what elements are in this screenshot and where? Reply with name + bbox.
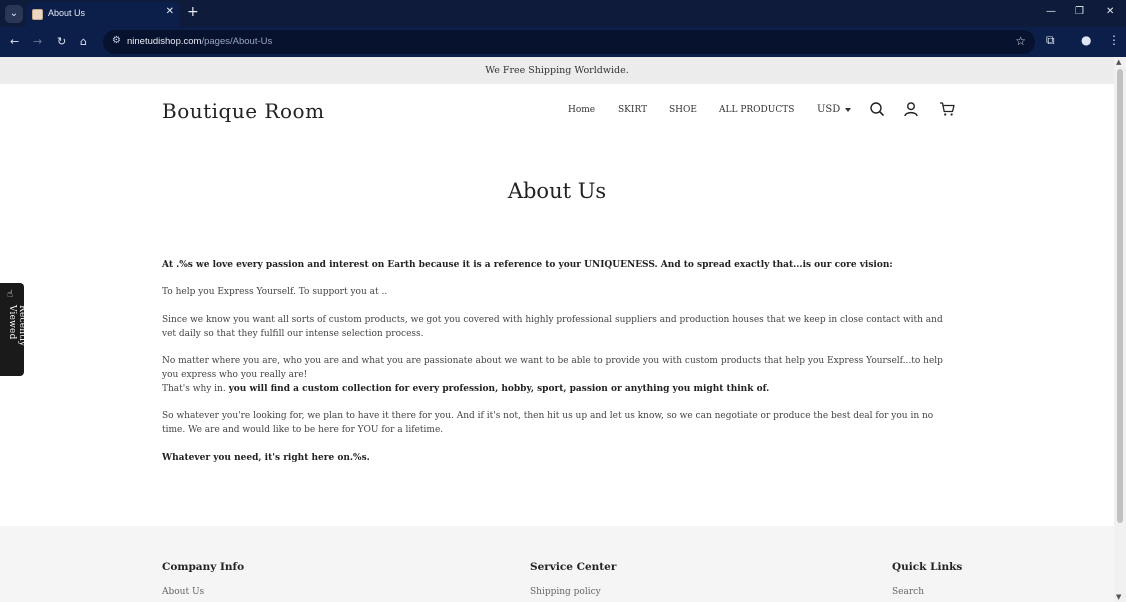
about-paragraph-1-text: At .%s we love every passion and interes… [162, 260, 893, 270]
cart-icon[interactable] [939, 101, 955, 117]
page-title: About Us [507, 179, 607, 203]
footer-link-shipping-policy[interactable]: Shipping policy [530, 587, 601, 597]
extensions-icon[interactable]: ⧉ [1046, 33, 1055, 48]
back-icon[interactable]: ← [10, 35, 19, 48]
about-paragraph-7-text: Whatever you need, it's right here on.%s… [162, 453, 370, 463]
about-paragraph-4: No matter where you are, who you are and… [162, 356, 943, 380]
nav-shoe[interactable]: SHOE [669, 105, 697, 115]
menu-icon[interactable]: ⋮ [1108, 33, 1120, 47]
reload-icon[interactable]: ↻ [57, 35, 66, 48]
tab-close-icon[interactable]: ✕ [166, 6, 174, 17]
footer-link-search[interactable]: Search [892, 587, 924, 597]
page-viewport: We Free Shipping Worldwide. Boutique Roo… [0, 57, 1114, 602]
home-icon[interactable]: ⌂ [80, 35, 87, 48]
caret-down-icon [845, 107, 852, 112]
about-paragraph-1: At .%s we love every passion and interes… [162, 258, 957, 272]
profile-icon[interactable]: ● [1081, 33, 1091, 47]
scroll-up-icon[interactable]: ▲ [1116, 58, 1121, 66]
about-paragraph-7: Whatever you need, it's right here on.%s… [162, 451, 957, 465]
account-icon[interactable] [903, 101, 919, 117]
browser-tab[interactable]: About Us ✕ [26, 2, 180, 27]
recently-viewed-tab[interactable]: ☝ Recently Viewed [0, 283, 27, 376]
store-logo[interactable]: Boutique Room [162, 99, 325, 123]
tab-search-icon[interactable]: ⌄ [5, 5, 23, 23]
minimize-icon[interactable]: — [1046, 6, 1056, 17]
scrollbar-thumb[interactable] [1117, 69, 1123, 523]
browser-tab-bar: ⌄ About Us ✕ + — ❐ ✕ [0, 0, 1126, 27]
site-info-icon[interactable]: ⚙ [112, 35, 121, 46]
url-domain: ninetudishop.com [127, 36, 202, 47]
announcement-bar: We Free Shipping Worldwide. [0, 57, 1114, 84]
nav-all-products[interactable]: ALL PRODUCTS [719, 105, 794, 115]
about-paragraph-2: To help you Express Yourself. To support… [162, 287, 388, 297]
footer-heading-company-info: Company Info [162, 561, 245, 573]
currency-label: USD [817, 104, 841, 115]
about-paragraph-5-prefix: That's why in. [162, 384, 229, 394]
page-scrollbar[interactable]: ▲ ▼ [1114, 57, 1126, 602]
nav-skirt[interactable]: SKIRT [618, 105, 647, 115]
nav-home[interactable]: Home [568, 105, 595, 115]
url-path: /pages/About-Us [201, 36, 273, 47]
browser-toolbar: ← → ↻ ⌂ ⚙ ninetudishop.com/pages/About-U… [0, 27, 1126, 57]
about-paragraph-5: That's why in. you will find a custom co… [162, 382, 957, 396]
site-footer: Company Info About Us Service Center Shi… [0, 526, 1114, 602]
forward-icon[interactable]: → [33, 35, 42, 48]
url-text: ninetudishop.com/pages/About-Us [127, 36, 272, 47]
footer-heading-quick-links: Quick Links [892, 561, 963, 573]
site-favicon-icon [32, 9, 43, 20]
address-bar[interactable]: ⚙ ninetudishop.com/pages/About-Us ☆ [103, 30, 1035, 54]
footer-link-about-us[interactable]: About Us [162, 587, 204, 597]
about-paragraph-3: Since we know you want all sorts of cust… [162, 315, 943, 339]
currency-selector[interactable]: USD [817, 104, 852, 115]
hand-pointer-icon: ☝ [7, 289, 14, 300]
restore-icon[interactable]: ❐ [1075, 6, 1084, 17]
about-paragraph-5-bold: you will find a custom collection for ev… [228, 384, 770, 394]
footer-heading-service-center: Service Center [530, 561, 617, 573]
new-tab-icon[interactable]: + [187, 4, 199, 20]
search-icon[interactable] [869, 101, 885, 117]
close-icon[interactable]: ✕ [1106, 6, 1114, 17]
tab-title: About Us [48, 8, 86, 18]
about-paragraph-6: So whatever you're looking for, we plan … [162, 411, 934, 435]
bookmark-star-icon[interactable]: ☆ [1015, 34, 1026, 48]
recently-viewed-label: Recently Viewed [7, 305, 27, 347]
scroll-down-icon[interactable]: ▼ [1116, 593, 1121, 601]
